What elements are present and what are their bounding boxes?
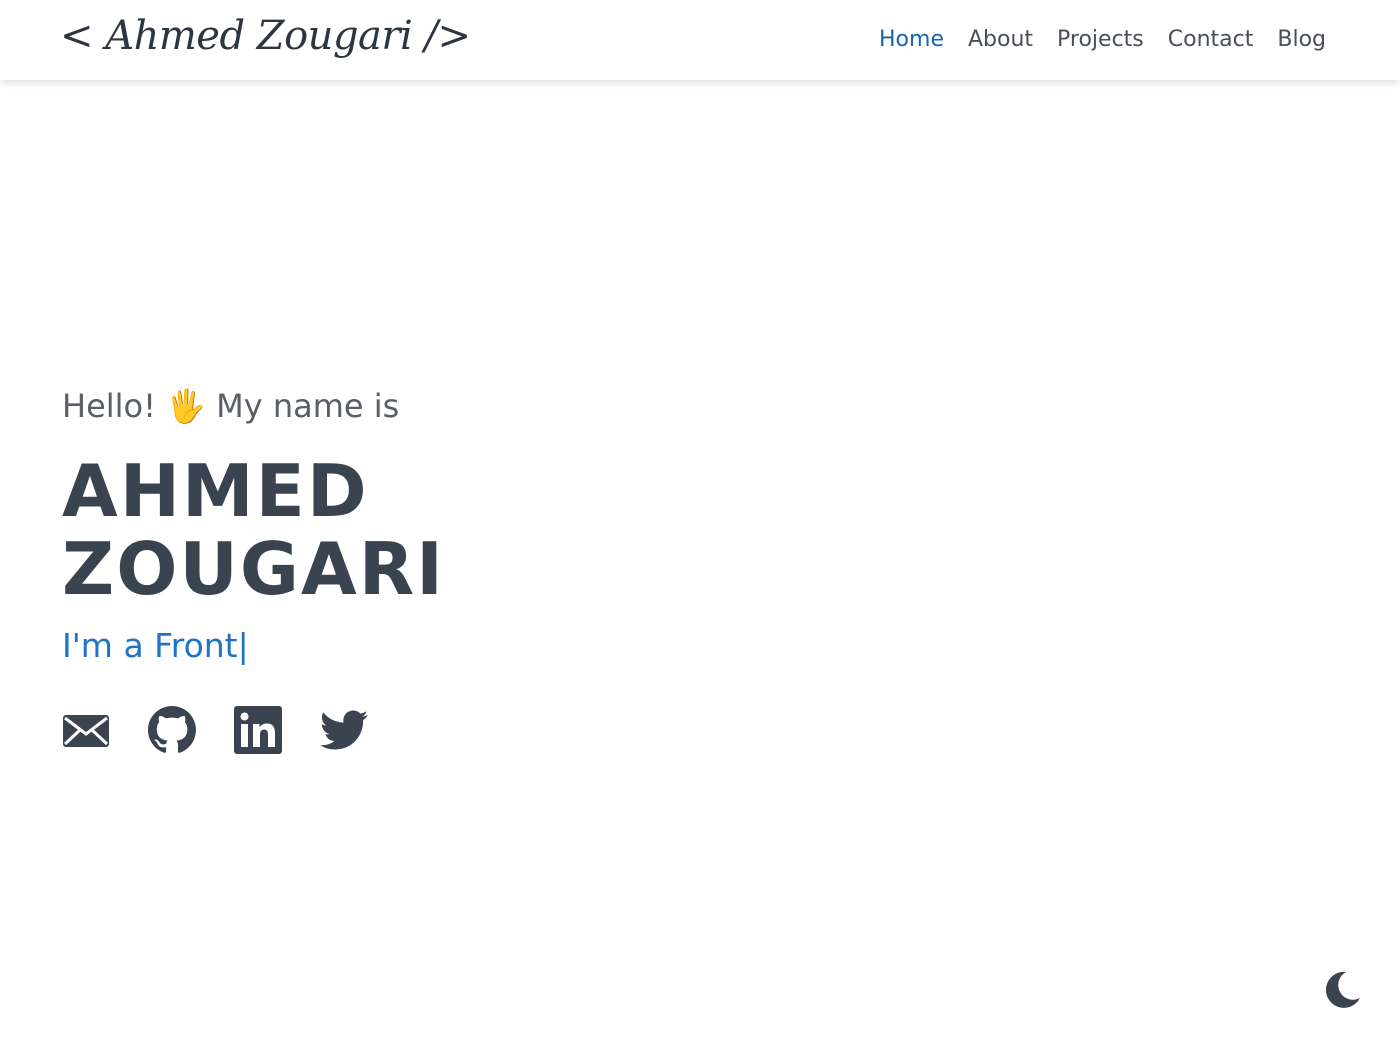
site-logo[interactable]: < Ahmed Zougari /> [60,10,471,62]
hero-name-last: ZOUGARI [62,527,445,611]
linkedin-icon [234,706,282,754]
hero-section: Hello! 🖐 My name is AHMED ZOUGARI I'm a … [62,380,445,754]
envelope-icon [63,715,109,747]
hero-typed-role: I'm a Front| [62,622,445,670]
linkedin-link[interactable] [234,706,282,754]
hero-name: AHMED ZOUGARI [62,452,445,608]
moon-icon [1325,971,1360,1008]
nav-link-blog[interactable]: Blog [1277,24,1326,56]
nav-link-about[interactable]: About [968,24,1033,56]
site-header: < Ahmed Zougari /> Home About Projects C… [0,0,1400,80]
typing-cursor: | [237,626,249,665]
github-icon [148,706,196,753]
nav-link-home[interactable]: Home [879,24,944,56]
hero-name-first: AHMED [62,449,369,533]
hero-greeting: Hello! 🖐 My name is [62,387,400,425]
typed-text: I'm a Front [62,626,238,665]
email-link[interactable] [62,706,110,754]
nav-link-projects[interactable]: Projects [1057,24,1144,56]
social-links [62,706,445,754]
theme-toggle-button[interactable] [1320,968,1364,1012]
main-nav: Home About Projects Contact Blog [879,24,1326,56]
twitter-icon [320,710,368,750]
twitter-link[interactable] [320,706,368,754]
nav-link-contact[interactable]: Contact [1168,24,1254,56]
github-link[interactable] [148,706,196,754]
